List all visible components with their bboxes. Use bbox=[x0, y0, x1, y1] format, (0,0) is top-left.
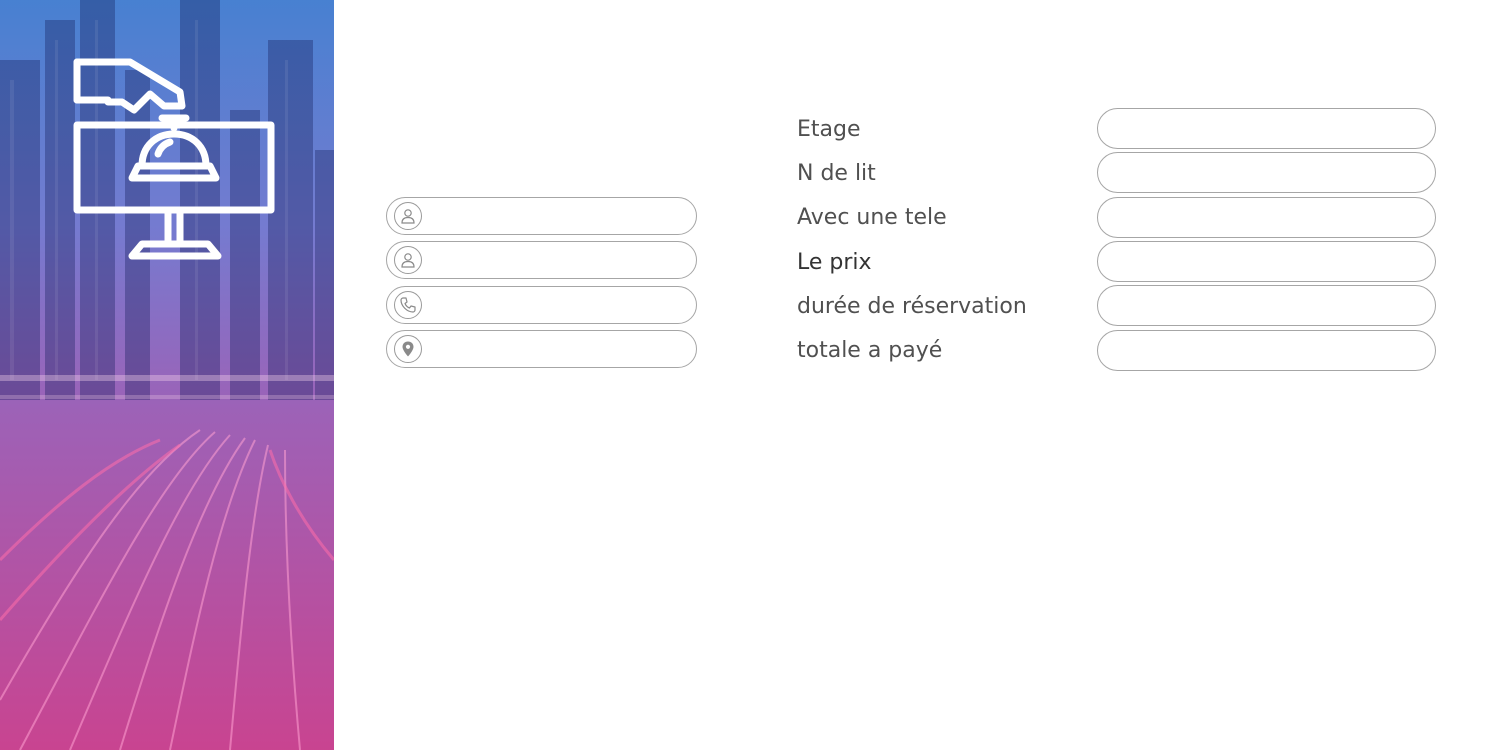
n-de-lit-label: N de lit bbox=[797, 161, 876, 186]
side-panel bbox=[0, 0, 334, 750]
client-phone-input[interactable] bbox=[429, 289, 688, 323]
n-de-lit-input[interactable] bbox=[1114, 157, 1423, 190]
client-address-input[interactable] bbox=[429, 333, 688, 367]
totale-a-paye-input[interactable] bbox=[1114, 335, 1423, 368]
avec-une-tele-label: Avec une tele bbox=[797, 205, 947, 230]
duree-reservation-label: durée de réservation bbox=[797, 294, 1027, 319]
duree-reservation-input[interactable] bbox=[1114, 290, 1423, 323]
phone-icon bbox=[394, 291, 422, 319]
avec-une-tele-field[interactable] bbox=[1097, 197, 1436, 238]
client-address-field[interactable] bbox=[386, 330, 697, 368]
client-phone-field[interactable] bbox=[386, 286, 697, 324]
client-last-name-field[interactable] bbox=[386, 241, 697, 279]
client-last-name-input[interactable] bbox=[429, 244, 688, 278]
etage-label: Etage bbox=[797, 117, 861, 142]
le-prix-label: Le prix bbox=[797, 250, 872, 275]
etage-input[interactable] bbox=[1114, 113, 1423, 146]
user-icon bbox=[394, 246, 422, 274]
reception-bell-icon bbox=[73, 58, 275, 260]
le-prix-input[interactable] bbox=[1114, 246, 1423, 279]
client-first-name-field[interactable] bbox=[386, 197, 697, 235]
etage-field[interactable] bbox=[1097, 108, 1436, 149]
duree-reservation-field[interactable] bbox=[1097, 285, 1436, 326]
avec-une-tele-input[interactable] bbox=[1114, 202, 1423, 235]
location-pin-icon bbox=[394, 335, 422, 363]
user-icon bbox=[394, 202, 422, 230]
totale-a-paye-label: totale a payé bbox=[797, 338, 943, 363]
totale-a-paye-field[interactable] bbox=[1097, 330, 1436, 371]
client-first-name-input[interactable] bbox=[429, 200, 688, 234]
n-de-lit-field[interactable] bbox=[1097, 152, 1436, 193]
le-prix-field[interactable] bbox=[1097, 241, 1436, 282]
